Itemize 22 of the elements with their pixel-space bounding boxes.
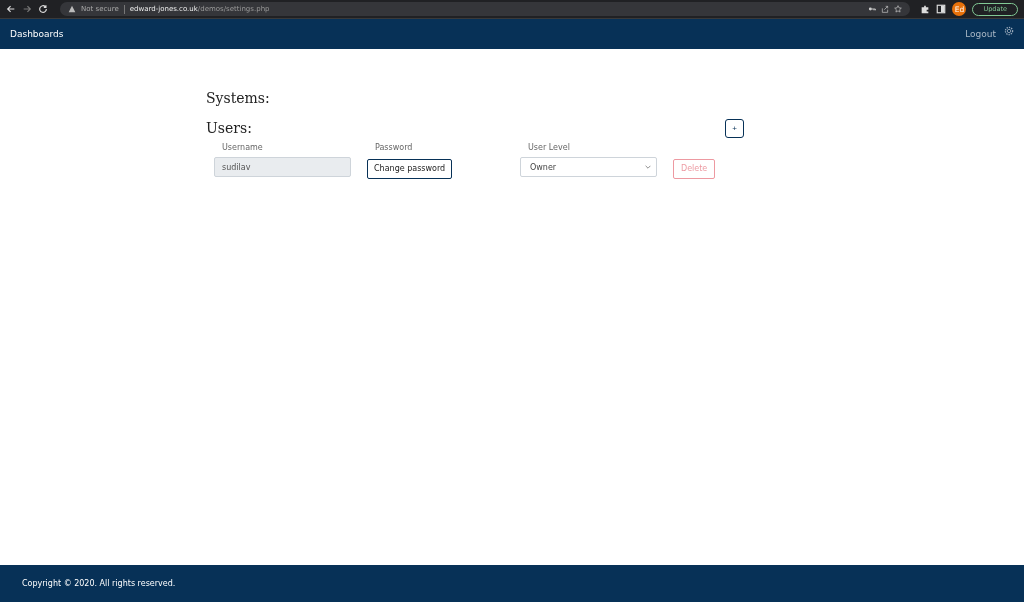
column-label: Password [374, 143, 414, 152]
chevron-icon [645, 165, 651, 170]
user-level-select[interactable]: Owner [520, 157, 657, 178]
column-label: User Level [527, 143, 571, 152]
settings-icon[interactable] [1004, 26, 1014, 36]
star-icon[interactable] [894, 5, 903, 13]
back-icon[interactable] [6, 4, 16, 14]
change-password-button[interactable]: Change password [367, 158, 453, 179]
section-heading: Users: [206, 120, 252, 136]
warning-icon [68, 5, 76, 13]
logout-link[interactable]: Logout [965, 29, 996, 39]
add-button[interactable]: + [725, 118, 744, 138]
brand-link[interactable]: Dashboards [10, 29, 64, 39]
sidebar-icon[interactable] [936, 4, 947, 14]
key-icon[interactable] [868, 5, 877, 13]
copyright-text: Copyright © 2020. All rights reserved. [22, 579, 176, 588]
puzzle-icon[interactable] [920, 4, 931, 14]
share-icon[interactable] [881, 5, 890, 13]
reload-icon[interactable] [38, 4, 48, 14]
column-label: Username [221, 143, 264, 152]
forward-icon[interactable] [22, 4, 32, 14]
section-heading: Systems: [206, 90, 270, 106]
